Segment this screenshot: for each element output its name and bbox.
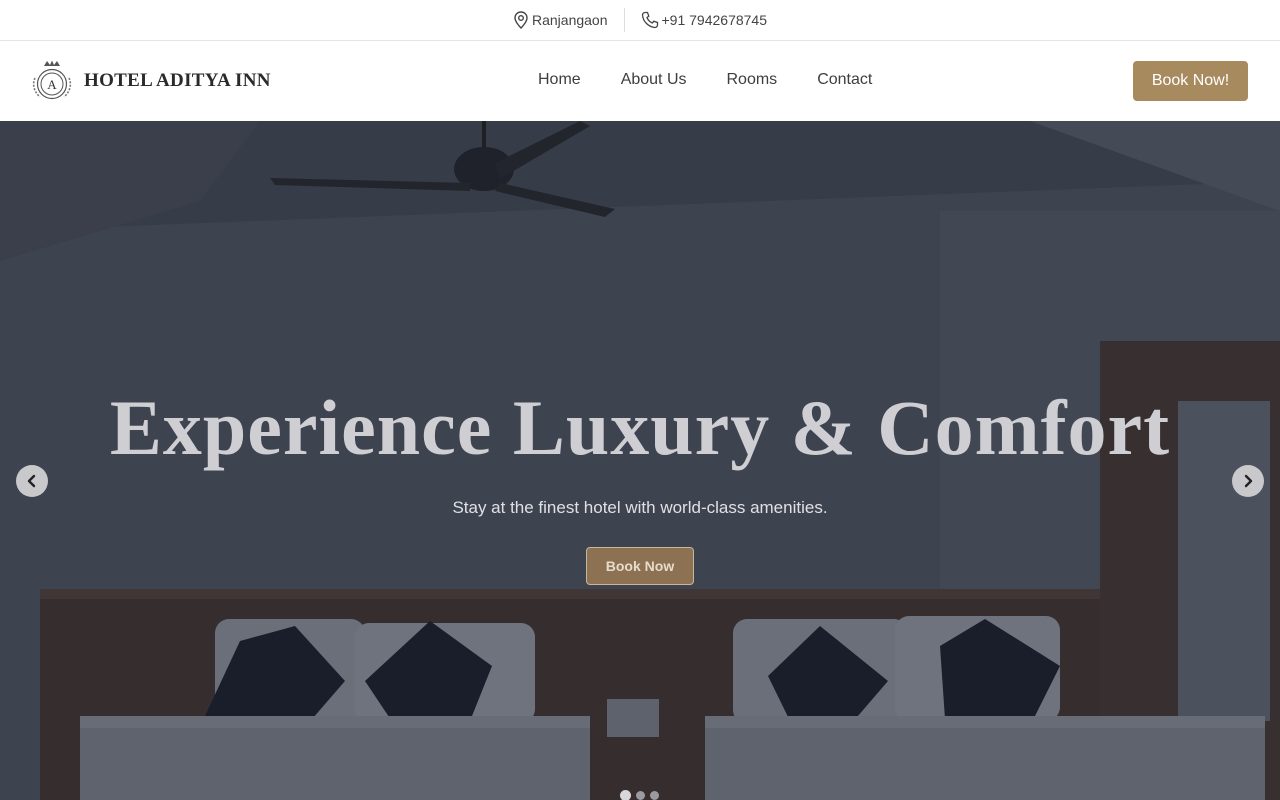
map-pin-icon xyxy=(514,11,528,29)
phone-icon xyxy=(641,11,658,29)
carousel-dot-2[interactable] xyxy=(636,791,645,800)
nav-home[interactable]: Home xyxy=(538,71,581,89)
chevron-right-icon xyxy=(1244,474,1253,488)
brand-title[interactable]: HOTEL ADITYA INN xyxy=(84,70,271,92)
nav-rooms[interactable]: Rooms xyxy=(727,71,778,89)
carousel-indicators xyxy=(620,790,664,800)
location-text: Ranjangaon xyxy=(531,12,608,28)
hero-book-now-button[interactable]: Book Now xyxy=(586,547,694,585)
hotel-logo[interactable]: A xyxy=(32,60,72,102)
carousel-dot-3[interactable] xyxy=(650,791,659,800)
carousel-next-button[interactable] xyxy=(1232,465,1264,497)
location-info: Ranjangaon xyxy=(513,11,608,29)
brand[interactable]: A HOTEL ADITYA INN xyxy=(32,60,271,102)
phone-info[interactable]: +91 7942678745 xyxy=(641,11,768,29)
phone-text[interactable]: +91 7942678745 xyxy=(662,12,768,28)
nav-contact[interactable]: Contact xyxy=(817,71,872,89)
logo-letter: A xyxy=(47,77,57,92)
chevron-left-icon xyxy=(27,474,36,488)
hero-carousel: Experience Luxury & Comfort Stay at the … xyxy=(0,121,1280,800)
hero-subtitle: Stay at the finest hotel with world-clas… xyxy=(452,498,828,517)
hero-title: Experience Luxury & Comfort xyxy=(109,384,1171,471)
top-info-bar: Ranjangaon +91 7942678745 xyxy=(0,0,1280,41)
carousel-prev-button[interactable] xyxy=(16,465,48,497)
divider xyxy=(623,8,625,32)
book-now-button[interactable]: Book Now! xyxy=(1133,61,1248,101)
nav-about-us[interactable]: About Us xyxy=(621,71,687,89)
nav-menu: Home About Us Rooms Contact xyxy=(538,71,912,89)
main-navbar: A HOTEL ADITYA INN Home About Us Rooms C… xyxy=(0,41,1280,121)
carousel-dot-1[interactable] xyxy=(620,790,631,800)
